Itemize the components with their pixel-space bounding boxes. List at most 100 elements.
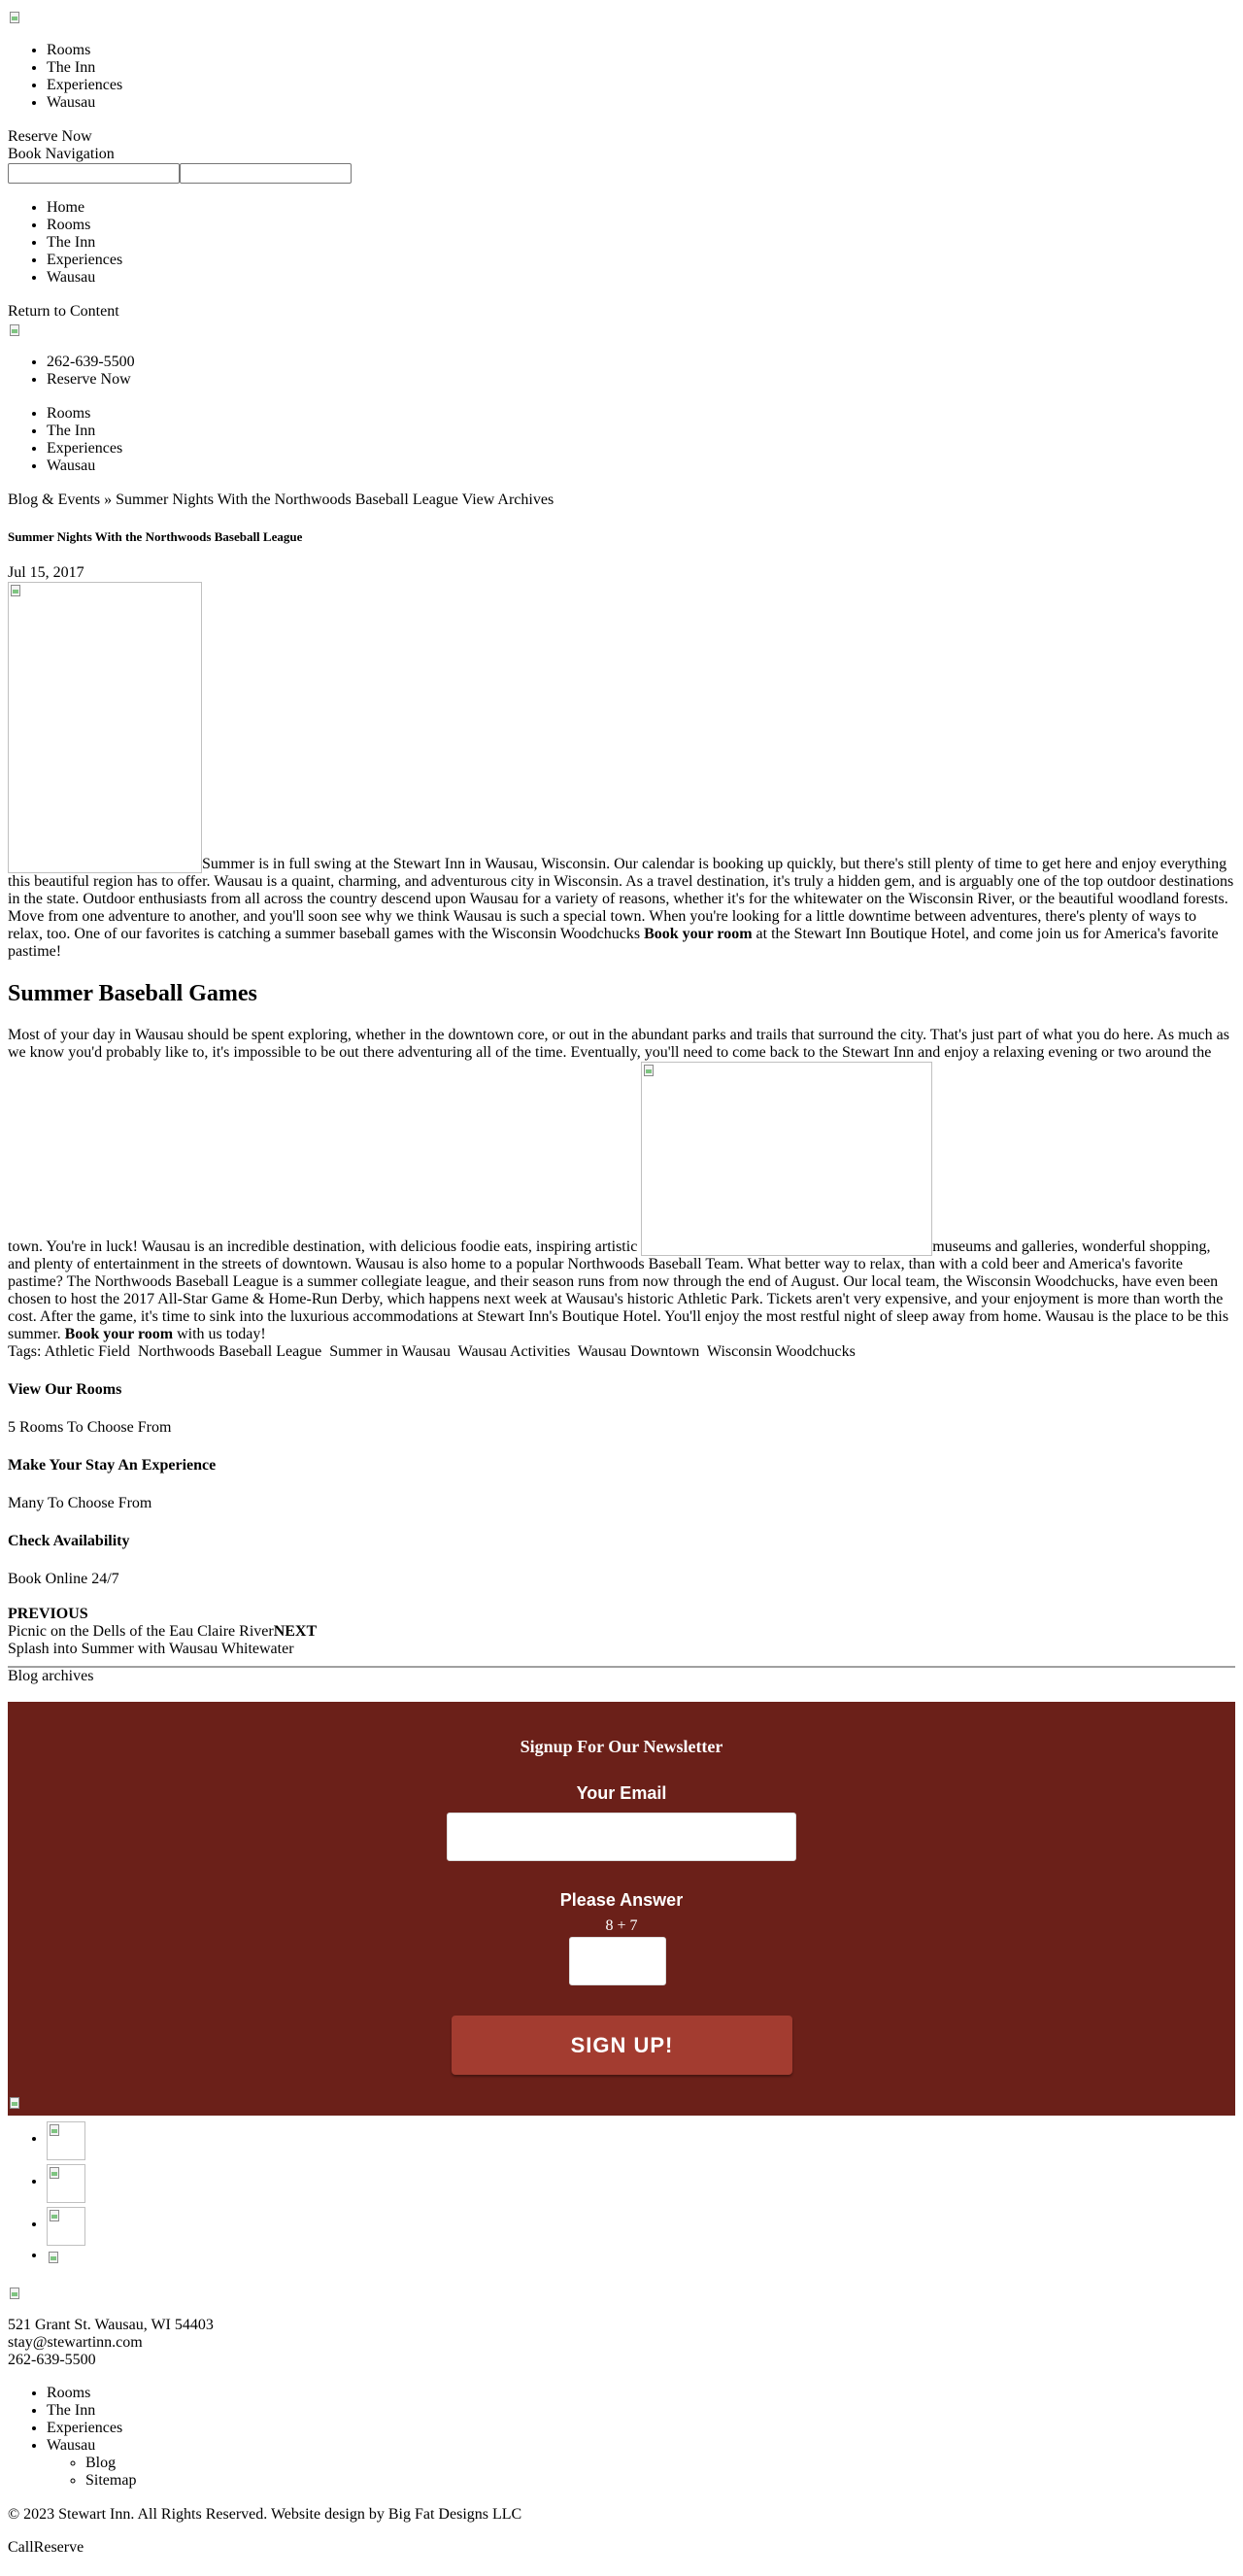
footer-nav-item-the-inn[interactable]: The Inn xyxy=(47,2402,1235,2420)
section-heading: Summer Baseball Games xyxy=(8,981,257,1006)
header-nav: Rooms The Inn Experiences Wausau xyxy=(8,42,1235,112)
footer-email-link[interactable]: stay@stewartinn.com xyxy=(8,2334,1235,2352)
main-nav: Rooms The Inn Experiences Wausau xyxy=(8,405,1235,475)
cta-experiences[interactable]: Make Your Stay An Experience Many To Cho… xyxy=(8,1457,1235,1512)
post-featured-image xyxy=(8,582,202,873)
cta-check-availability[interactable]: Check Availability Book Online 24/7 xyxy=(8,1533,1235,1588)
footer-address: 521 Grant St. Wausau, WI 54403 xyxy=(8,2317,214,2333)
previous-label: PREVIOUS xyxy=(8,1606,88,1622)
tag-link[interactable]: Wausau Activities xyxy=(458,1343,571,1360)
phone-link[interactable]: 262-639-5500 xyxy=(47,354,1235,371)
breadcrumb-blog-link[interactable]: Blog & Events xyxy=(8,491,100,508)
captcha-answer-input[interactable] xyxy=(569,1937,666,1985)
header-nav-item-wausau[interactable]: Wausau xyxy=(47,94,1235,112)
tag-link[interactable]: Wisconsin Woodchucks xyxy=(707,1343,856,1360)
contact-bar: 262-639-5500 Reserve Now xyxy=(8,354,1235,389)
footer-sub-nav-blog[interactable]: Blog xyxy=(85,2455,1235,2472)
breadcrumb: Blog & Events » Summer Nights With the N… xyxy=(8,491,1235,509)
reserve-now-link[interactable]: Reserve Now xyxy=(8,128,1235,146)
email-label: Your Email xyxy=(576,1783,667,1803)
captcha-question: 8 + 7 xyxy=(605,1917,638,1934)
tags-label: Tags: xyxy=(8,1343,42,1360)
footer-badge xyxy=(8,2286,23,2301)
captcha-label: Please Answer xyxy=(559,1890,684,1910)
header-nav-item-rooms[interactable]: Rooms xyxy=(47,42,1235,59)
next-post-title[interactable]: Splash into Summer with Wausau Whitewate… xyxy=(8,1641,1235,1658)
newsletter-email-input[interactable] xyxy=(447,1813,796,1861)
twitter-icon[interactable] xyxy=(47,2207,85,2246)
sticky-action-bar: CallReserve xyxy=(8,2539,1235,2557)
newsletter-section: Signup For Our Newsletter Your Email Ple… xyxy=(8,1702,1235,2116)
departure-date-input[interactable] xyxy=(180,163,352,184)
tag-link[interactable]: Athletic Field xyxy=(45,1343,130,1360)
mobile-menu-item-rooms[interactable]: Rooms xyxy=(47,217,1235,234)
social-item[interactable] xyxy=(47,2246,1235,2265)
body-book-room-link[interactable]: Book your room xyxy=(65,1326,173,1342)
social-item[interactable] xyxy=(47,2203,1235,2246)
footer-sub-nav-sitemap[interactable]: Sitemap xyxy=(85,2472,1235,2490)
arrival-date-input[interactable] xyxy=(8,163,180,184)
post-body-end: with us today! xyxy=(173,1326,266,1342)
reserve-button[interactable]: Reserve xyxy=(34,2539,84,2556)
main-nav-item-experiences[interactable]: Experiences xyxy=(47,440,1235,458)
tag-link[interactable]: Summer in Wausau xyxy=(329,1343,451,1360)
signup-button[interactable]: SIGN UP! xyxy=(452,2016,792,2075)
cta-subtitle: Many To Choose From xyxy=(8,1495,152,1511)
mobile-menu-item-the-inn[interactable]: The Inn xyxy=(47,234,1235,252)
social-item[interactable] xyxy=(47,2118,1235,2160)
intro-book-room-link[interactable]: Book your room xyxy=(644,926,752,942)
booking-form xyxy=(8,163,1235,184)
newsletter-title: Signup For Our Newsletter xyxy=(520,1737,723,1756)
footer-contact: 521 Grant St. Wausau, WI 54403 stay@stew… xyxy=(8,2317,1235,2369)
tag-link[interactable]: Wausau Downtown xyxy=(578,1343,699,1360)
post-body-paragraph: Most of your day in Wausau should be spe… xyxy=(8,1027,1235,1343)
post-tags: Tags: Athletic Field Northwoods Baseball… xyxy=(8,1343,1235,1361)
call-button[interactable]: Call xyxy=(8,2539,34,2556)
return-to-content-link[interactable]: Return to Content xyxy=(8,303,1235,321)
tag-link[interactable]: Northwoods Baseball League xyxy=(138,1343,321,1360)
mobile-menu-item-wausau[interactable]: Wausau xyxy=(47,269,1235,287)
main-nav-item-wausau[interactable]: Wausau xyxy=(47,458,1235,475)
secondary-logo[interactable] xyxy=(8,322,23,338)
post-title: Summer Nights With the Northwoods Baseba… xyxy=(8,529,303,544)
cta-view-rooms[interactable]: View Our Rooms 5 Rooms To Choose From xyxy=(8,1381,1235,1437)
book-navigation-toggle[interactable]: Book Navigation xyxy=(8,146,1235,163)
social-item[interactable] xyxy=(47,2160,1235,2203)
cta-subtitle: Book Online 24/7 xyxy=(8,1571,119,1587)
contact-reserve-now-link[interactable]: Reserve Now xyxy=(47,371,1235,389)
post-intro: Summer is in full swing at the Stewart I… xyxy=(8,582,1235,961)
main-nav-item-rooms[interactable]: Rooms xyxy=(47,405,1235,423)
facebook-icon[interactable] xyxy=(47,2121,85,2160)
header-nav-item-the-inn[interactable]: The Inn xyxy=(47,59,1235,77)
footer-phone-link[interactable]: 262-639-5500 xyxy=(8,2352,1235,2369)
previous-post-title: Picnic on the Dells of the Eau Claire Ri… xyxy=(8,1623,274,1640)
header-nav-item-experiences[interactable]: Experiences xyxy=(47,77,1235,94)
blog-archives-link[interactable]: Blog archives xyxy=(8,1668,1235,1685)
post-body-text-1: Most of your day in Wausau should be spe… xyxy=(8,1027,1229,1255)
next-label[interactable]: NEXT xyxy=(274,1623,317,1640)
footer-logo xyxy=(8,2095,23,2111)
mobile-menu: Home Rooms The Inn Experiences Wausau xyxy=(8,199,1235,287)
breadcrumb-current: Summer Nights With the Northwoods Baseba… xyxy=(116,491,458,508)
cta-title: Check Availability xyxy=(8,1533,130,1549)
footer-nav: Rooms The Inn Experiences Wausau Blog Si… xyxy=(8,2385,1235,2490)
footer-nav-label[interactable]: Wausau xyxy=(47,2437,95,2454)
footer-sub-nav: Blog Sitemap xyxy=(47,2455,1235,2490)
previous-post-link[interactable]: PREVIOUS Picnic on the Dells of the Eau … xyxy=(8,1606,1235,1641)
social-links xyxy=(8,2118,1235,2265)
site-logo[interactable] xyxy=(8,10,23,25)
footer-nav-item-experiences[interactable]: Experiences xyxy=(47,2420,1235,2437)
view-archives-link[interactable]: View Archives xyxy=(462,491,554,508)
post-inline-image xyxy=(641,1062,933,1256)
instagram-icon[interactable] xyxy=(47,2164,85,2203)
footer-nav-item-rooms[interactable]: Rooms xyxy=(47,2385,1235,2402)
mobile-menu-item-home[interactable]: Home xyxy=(47,199,1235,217)
main-nav-item-the-inn[interactable]: The Inn xyxy=(47,423,1235,440)
post-date: Jul 15, 2017 xyxy=(8,564,84,581)
mobile-menu-item-experiences[interactable]: Experiences xyxy=(47,252,1235,269)
cta-title: View Our Rooms xyxy=(8,1381,122,1398)
footer-nav-item-wausau[interactable]: Wausau Blog Sitemap xyxy=(47,2437,1235,2490)
post-navigation: PREVIOUS Picnic on the Dells of the Eau … xyxy=(8,1606,1235,1658)
tripadvisor-icon[interactable] xyxy=(47,2250,62,2265)
copyright: © 2023 Stewart Inn. All Rights Reserved.… xyxy=(8,2506,522,2523)
